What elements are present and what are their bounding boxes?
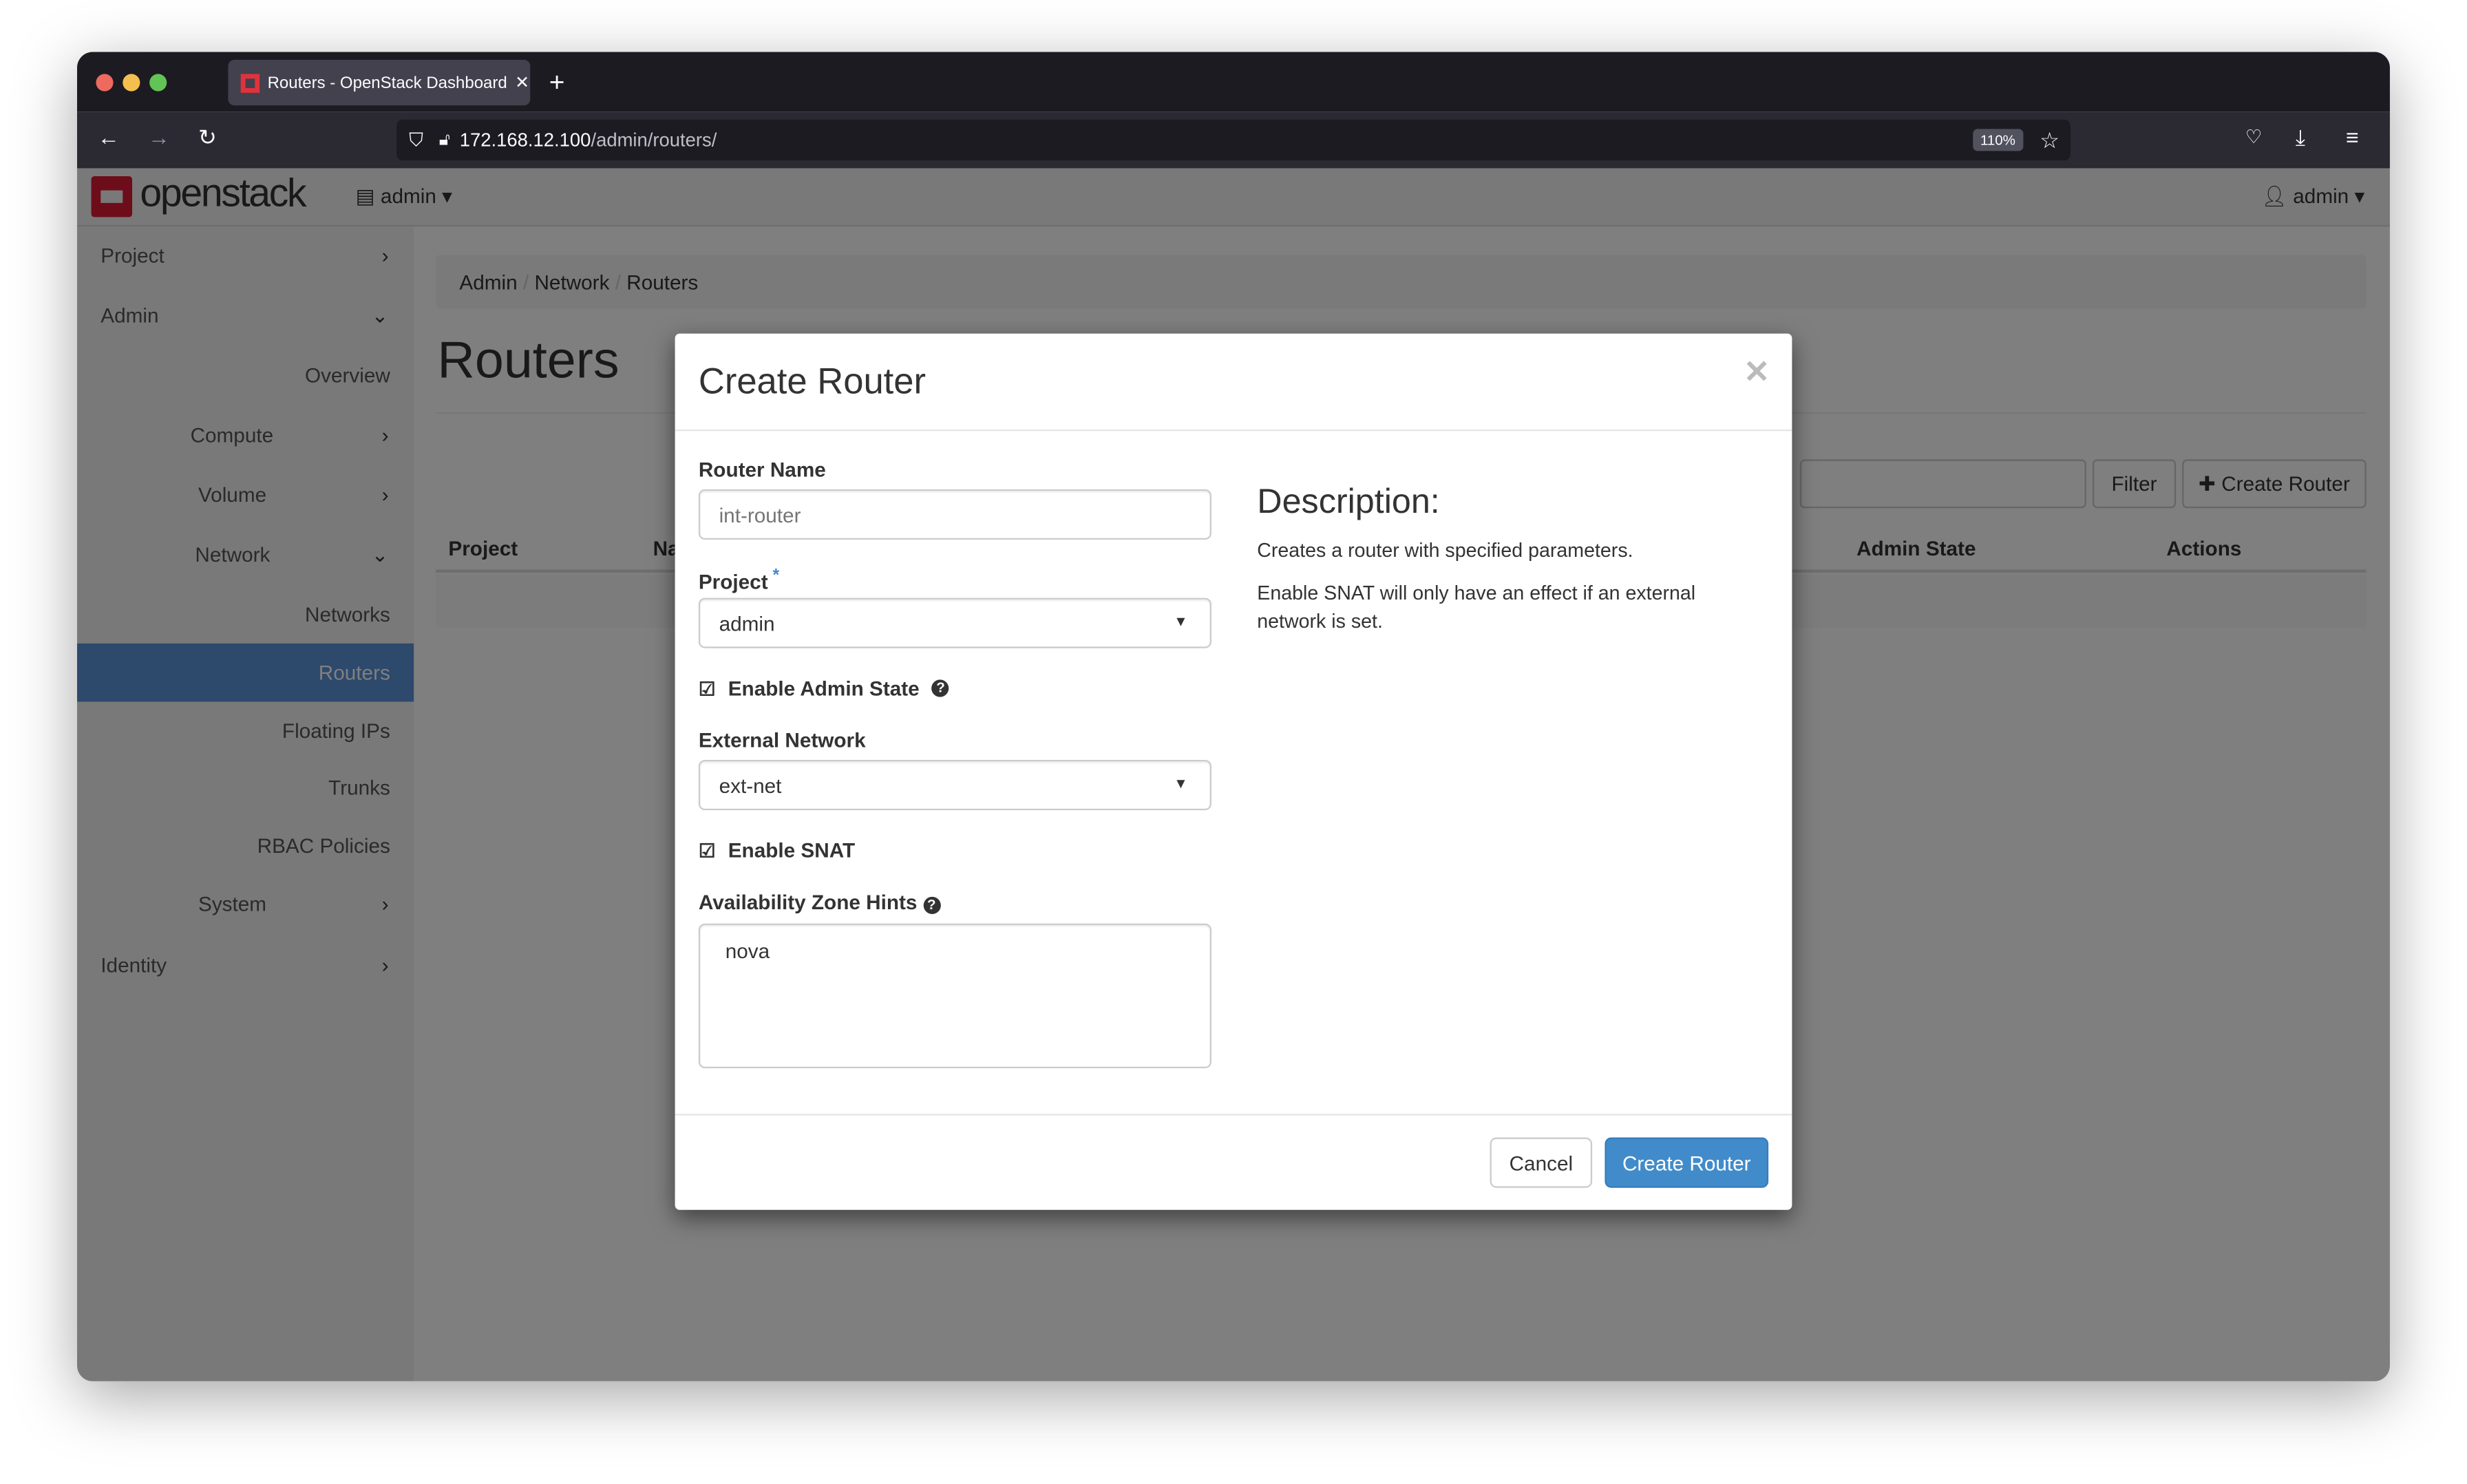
reload-icon[interactable]: ↻ xyxy=(198,125,217,151)
description-title: Description: xyxy=(1257,481,1440,521)
external-network-label: External Network xyxy=(698,728,866,752)
close-window-button[interactable] xyxy=(96,74,114,92)
description-line: Creates a router with specified paramete… xyxy=(1257,539,1633,562)
bookmark-star-icon[interactable]: ☆ xyxy=(2040,127,2060,153)
router-name-label: Router Name xyxy=(698,458,826,482)
openstack-page: openstack ▤ admin ▾ 👤︎ admin ▾ Project› … xyxy=(76,168,2390,1381)
modal-title: Create Router xyxy=(698,360,927,401)
insecure-lock-icon: 🔓︎ xyxy=(438,129,451,149)
router-name-input[interactable] xyxy=(698,489,1211,540)
url-path: /admin/routers/ xyxy=(591,129,717,151)
new-tab-icon[interactable]: + xyxy=(549,67,565,99)
create-router-submit-button[interactable]: Create Router xyxy=(1605,1137,1769,1188)
az-hints-label: Availability Zone Hints ? xyxy=(699,891,940,914)
menu-icon[interactable]: ≡ xyxy=(2346,125,2359,150)
zoom-level[interactable]: 110% xyxy=(1972,129,2024,151)
url-host: 172.168.12.100 xyxy=(459,129,591,151)
enable-admin-state-checkbox[interactable]: ☑ Enable Admin State? xyxy=(698,677,950,700)
forward-icon[interactable]: → xyxy=(148,125,170,150)
project-select[interactable]: admin ▼ xyxy=(698,597,1211,648)
nav-toolbar: ← → ↻ ⛉ 🔓︎ 172.168.12.100 /admin/routers… xyxy=(76,112,2390,169)
help-icon[interactable]: ? xyxy=(922,896,940,914)
close-tab-icon[interactable]: ✕ xyxy=(515,72,529,92)
browser-tab[interactable]: Routers - OpenStack Dashboard ✕ xyxy=(228,59,531,106)
external-network-select[interactable]: ext-net ▼ xyxy=(698,759,1211,811)
minimize-window-button[interactable] xyxy=(123,74,140,92)
help-icon[interactable]: ? xyxy=(931,679,950,697)
url-bar[interactable]: ⛉ 🔓︎ 172.168.12.100 /admin/routers/ 110%… xyxy=(396,119,2071,161)
create-router-modal: Create Router ✕ Router Name Project* adm… xyxy=(675,333,1792,1210)
az-option-nova[interactable]: nova xyxy=(726,940,1185,963)
tab-bar: Routers - OpenStack Dashboard ✕ + xyxy=(76,52,2390,112)
openstack-favicon-icon xyxy=(240,73,260,92)
cancel-button[interactable]: Cancel xyxy=(1490,1137,1593,1188)
checkbox-checked-icon: ☑ xyxy=(698,839,716,862)
shield-icon: ⛉ xyxy=(409,128,423,151)
back-icon[interactable]: ← xyxy=(98,125,120,150)
pocket-icon[interactable]: ♡ xyxy=(2245,126,2263,148)
tab-title: Routers - OpenStack Dashboard xyxy=(267,73,507,92)
close-icon[interactable]: ✕ xyxy=(1744,352,1770,392)
checkbox-checked-icon: ☑ xyxy=(698,677,716,699)
maximize-window-button[interactable] xyxy=(149,74,167,92)
caret-down-icon: ▼ xyxy=(1174,613,1188,630)
download-icon[interactable]: ⤓ xyxy=(2296,125,2305,151)
caret-down-icon: ▼ xyxy=(1174,775,1188,792)
description-line: Enable SNAT will only have an effect if … xyxy=(1257,582,1696,633)
description-text: Creates a router with specified paramete… xyxy=(1257,536,1729,635)
browser-window: Routers - OpenStack Dashboard ✕ + ← → ↻ … xyxy=(76,52,2390,1381)
project-label: Project * xyxy=(698,566,780,594)
modal-header: Create Router ✕ xyxy=(675,334,1792,432)
az-hints-multiselect[interactable]: nova xyxy=(698,923,1211,1068)
enable-snat-checkbox[interactable]: ☑ Enable SNAT xyxy=(699,838,855,862)
